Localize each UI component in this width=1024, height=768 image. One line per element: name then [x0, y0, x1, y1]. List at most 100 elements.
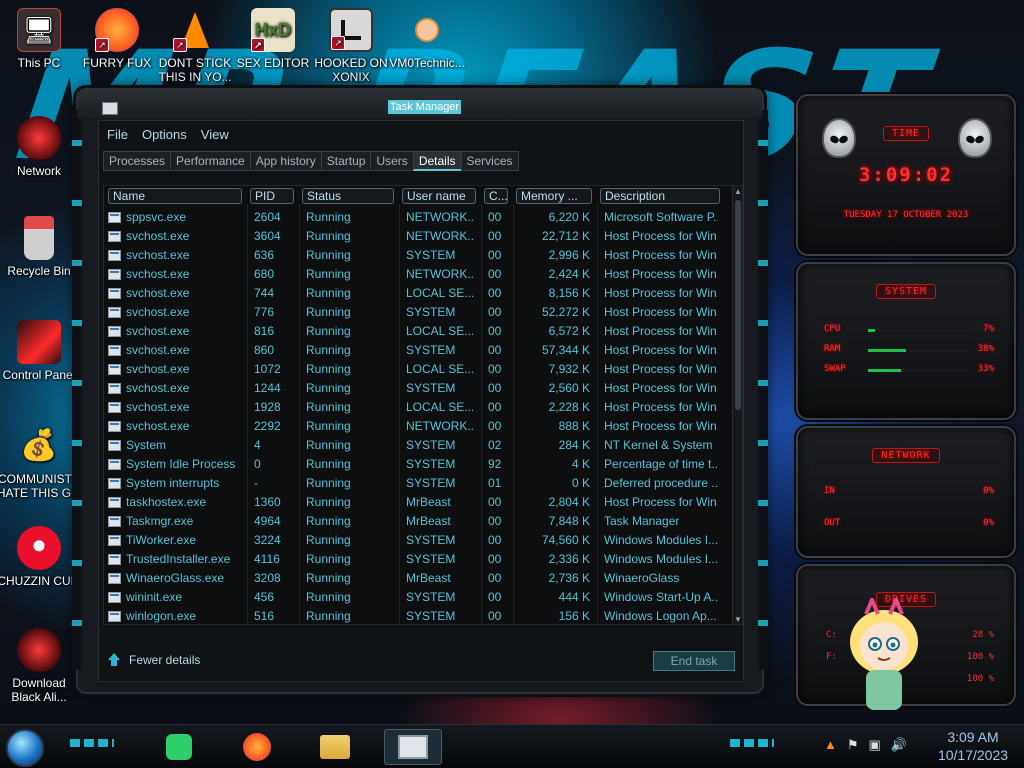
table-cell: Taskmgr.exe — [126, 514, 194, 528]
table-row[interactable]: svchost.exe 776 Running SYSTEM 00 52,272 K Hos… — [104, 303, 732, 322]
table-row[interactable]: svchost.exe 744 Running LOCAL SE... 00 8,156 … — [104, 284, 732, 303]
column-header[interactable]: PID — [250, 188, 294, 204]
table-row[interactable]: svchost.exe 1072 Running LOCAL SE... 00 7,932… — [104, 360, 732, 379]
table-cell: Running — [306, 324, 351, 338]
desktop-icon-this-pc[interactable]: 🖥 This PC — [0, 8, 82, 70]
table-cell: wininit.exe — [126, 590, 183, 604]
desktop-icon-furry-fux[interactable]: ↗ FURRY FUX — [74, 8, 160, 70]
table-row[interactable]: TrustedInstaller.exe 4116 Running SYSTEM 00 2… — [104, 550, 732, 569]
start-button[interactable] — [6, 729, 44, 767]
title-bar[interactable]: Task Manager — [78, 90, 762, 118]
table-cell: 00 — [488, 210, 502, 224]
process-icon — [108, 573, 121, 584]
network-icon[interactable]: ▣ — [869, 737, 881, 753]
notification-icon[interactable]: ▲ — [824, 737, 837, 753]
column-separator — [481, 204, 482, 624]
table-cell: 776 — [254, 305, 275, 319]
table-cell: svchost.exe — [126, 362, 190, 376]
table-cell: TiWorker.exe — [126, 533, 197, 547]
tab-users[interactable]: Users — [370, 151, 413, 171]
table-cell: 2,996 K — [548, 248, 590, 262]
table-cell: Running — [306, 495, 351, 509]
table-row[interactable]: taskhostex.exe 1360 Running MrBeast 00 2,804 … — [104, 493, 732, 512]
tab-performance[interactable]: Performance — [170, 151, 250, 171]
table-cell: 2,560 K — [548, 381, 590, 395]
desktop-icon-chuzzin[interactable]: CHUZZIN CUM — [0, 526, 82, 588]
process-table: Name PID Status User name C... Memory ... Desc… — [103, 185, 743, 625]
tab-details[interactable]: Details — [412, 151, 461, 171]
table-cell: Running — [306, 533, 351, 547]
table-row[interactable]: sppsvc.exe 2604 Running NETWORK... 00 6,220 K… — [104, 208, 732, 227]
taskbar-clock[interactable]: 3:09 AM 10/17/2023 — [928, 728, 1018, 764]
table-row[interactable]: svchost.exe 816 Running LOCAL SE... 00 6,572 … — [104, 322, 732, 341]
desktop-icon-control-panel[interactable]: Control Panel — [0, 320, 82, 382]
end-task-button[interactable]: End task — [653, 651, 735, 671]
column-header[interactable]: Status — [302, 188, 394, 204]
table-row[interactable]: svchost.exe 860 Running SYSTEM 00 57,344 K Hos… — [104, 341, 732, 360]
table-row[interactable]: svchost.exe 2292 Running NETWORK... 00 888 K H… — [104, 417, 732, 436]
menu-file[interactable]: File — [107, 127, 128, 145]
table-cell: Running — [306, 419, 351, 433]
table-row[interactable]: wininit.exe 456 Running SYSTEM 00 444 K Window… — [104, 588, 732, 607]
table-cell: SYSTEM — [406, 552, 456, 566]
table-cell: Host Process for Win... — [604, 400, 718, 414]
table-cell: Running — [306, 590, 351, 604]
table-cell: 74,560 K — [541, 533, 590, 547]
menu-options[interactable]: Options — [142, 127, 187, 145]
table-row[interactable]: WinaeroGlass.exe 3208 Running MrBeast 00 2,73… — [104, 569, 732, 588]
taskbar-file-explorer[interactable] — [306, 729, 364, 765]
table-row[interactable]: System interrupts - Running SYSTEM 01 0 K Defe… — [104, 474, 732, 493]
desktop-icon-sex-editor[interactable]: HxD ↗ SEX EDITOR — [230, 8, 316, 70]
table-cell: - — [254, 476, 258, 490]
process-icon — [108, 250, 121, 261]
tab-app-history[interactable]: App history — [249, 151, 321, 171]
table-row[interactable]: svchost.exe 1928 Running LOCAL SE... 00 2,228… — [104, 398, 732, 417]
taskbar-task-manager[interactable] — [384, 729, 442, 765]
scroll-thumb[interactable] — [735, 200, 741, 410]
desktop-icon-hooked-on-xonix[interactable]: ↗ HOOKED ON XONIX — [308, 8, 394, 84]
table-row[interactable]: winlogon.exe 516 Running SYSTEM 00 156 K Windo… — [104, 607, 732, 624]
desktop-icon-recycle-bin[interactable]: Recycle Bin — [0, 216, 82, 278]
desktop-icon-vm0technic[interactable]: VM0Technic... — [384, 8, 470, 70]
vertical-scrollbar[interactable]: ▲ ▼ — [732, 186, 742, 624]
network-gadget: NETWORK IN 0% OUT 0% — [796, 426, 1016, 558]
scroll-down-arrow-icon[interactable]: ▼ — [733, 614, 742, 624]
taskbar-notepad[interactable] — [150, 729, 208, 765]
tab-startup[interactable]: Startup — [320, 151, 371, 171]
column-header[interactable]: User name — [402, 188, 476, 204]
menu-view[interactable]: View — [201, 127, 229, 145]
volume-icon[interactable]: 🔊 — [891, 737, 907, 753]
table-row[interactable]: svchost.exe 636 Running SYSTEM 00 2,996 K Host… — [104, 246, 732, 265]
table-row[interactable]: Taskmgr.exe 4964 Running MrBeast 00 7,848 K Ta… — [104, 512, 732, 531]
task-manager-window[interactable]: Task Manager File Options View Processes… — [72, 88, 768, 694]
taskbar-firefox[interactable] — [228, 729, 286, 765]
table-row[interactable]: svchost.exe 680 Running NETWORK... 00 2,424 K… — [104, 265, 732, 284]
menu-bar: File Options View — [107, 127, 229, 145]
column-header[interactable]: Name — [108, 188, 242, 204]
table-row[interactable]: TiWorker.exe 3224 Running SYSTEM 00 74,560 K W… — [104, 531, 732, 550]
desktop-icon-network[interactable]: Network — [0, 116, 82, 178]
tab-processes[interactable]: Processes — [103, 151, 171, 171]
table-row[interactable]: System 4 Running SYSTEM 02 284 K NT Kernel & S… — [104, 436, 732, 455]
network-out: OUT 0% — [824, 518, 994, 528]
table-cell: Running — [306, 457, 351, 471]
table-row[interactable]: svchost.exe 1244 Running SYSTEM 00 2,560 K Hos… — [104, 379, 732, 398]
firefox-icon: ↗ — [95, 8, 139, 52]
column-header[interactable]: Memory ... — [516, 188, 592, 204]
column-header[interactable]: Description — [600, 188, 720, 204]
table-row[interactable]: System Idle Process 0 Running SYSTEM 92 4 K Pe… — [104, 455, 732, 474]
flag-icon[interactable]: ⚑ — [847, 737, 859, 753]
table-cell: 3208 — [254, 571, 281, 585]
table-row[interactable]: svchost.exe 3604 Running NETWORK... 00 22,712… — [104, 227, 732, 246]
tab-services[interactable]: Services — [460, 151, 519, 171]
fewer-details-link[interactable]: Fewer details — [107, 653, 200, 667]
cpu-meter: CPU 7% — [824, 324, 994, 334]
table-cell: 1072 — [254, 362, 281, 376]
desktop-icon-download-black-alien[interactable]: Download Black Ali... — [0, 628, 82, 704]
desktop-icon-communists[interactable]: 💰 COMMUNISTS HATE THIS G... — [0, 424, 82, 501]
desktop-icon-dont-stick[interactable]: ↗ DONT STICK THIS IN YO... — [152, 8, 238, 84]
scroll-up-arrow-icon[interactable]: ▲ — [733, 186, 742, 198]
table-cell: Microsoft Software P... — [604, 210, 718, 224]
column-header[interactable]: C... — [484, 188, 508, 204]
window-frame-right — [758, 110, 768, 670]
